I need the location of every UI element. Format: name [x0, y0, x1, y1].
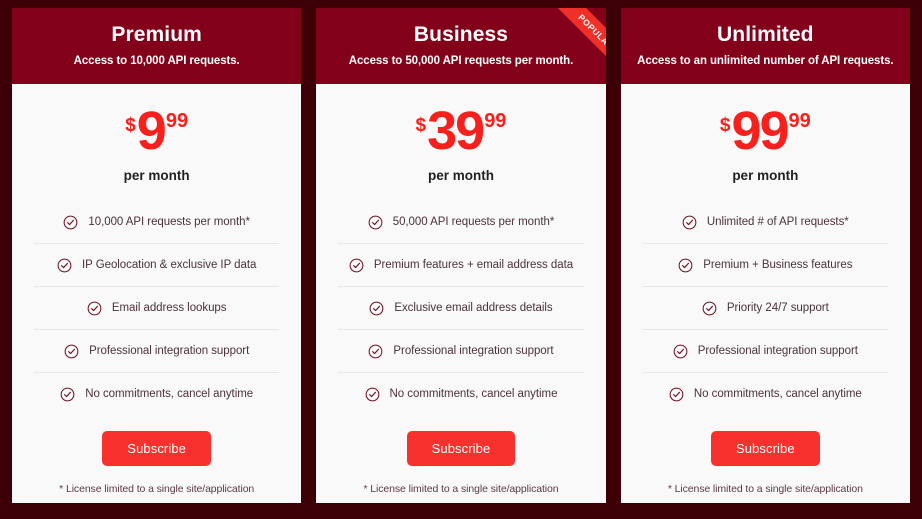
- feature-label: 50,000 API requests per month*: [392, 216, 555, 228]
- price-row: $ 39 99: [316, 104, 605, 158]
- feature-label: Professional integration support: [393, 345, 554, 357]
- list-item: No commitments, cancel anytime: [34, 373, 279, 415]
- plan-name: Unlimited: [717, 23, 814, 46]
- feature-label: IP Geolocation & exclusive IP data: [82, 259, 257, 271]
- list-item: 10,000 API requests per month*: [34, 201, 280, 244]
- feature-list: Unlimited # of API requests* Premium + B…: [642, 201, 888, 415]
- feature-list: 10,000 API requests per month* IP Geoloc…: [34, 201, 280, 415]
- check-circle-icon: [64, 344, 79, 359]
- list-item: Premium features + email address data: [338, 244, 584, 287]
- check-circle-icon: [87, 301, 102, 316]
- list-item: Unlimited # of API requests*: [642, 201, 888, 244]
- check-circle-icon: [368, 215, 383, 230]
- price-amount: 39: [427, 101, 485, 161]
- price-amount: 9: [136, 101, 167, 161]
- subscribe-button[interactable]: Subscribe: [102, 431, 212, 466]
- plan-subtitle: Access to 50,000 API requests per month.: [348, 55, 574, 67]
- list-item: Priority 24/7 support: [642, 287, 888, 330]
- feature-label: Exclusive email address details: [394, 302, 553, 314]
- feature-list: 50,000 API requests per month* Premium f…: [338, 201, 584, 415]
- check-circle-icon: [349, 258, 364, 273]
- subscribe-button[interactable]: Subscribe: [710, 431, 820, 466]
- list-item: 50,000 API requests per month*: [338, 201, 584, 244]
- currency-symbol: $: [415, 115, 427, 136]
- price-row: $ 9 99: [12, 104, 301, 158]
- check-circle-icon: [60, 387, 75, 402]
- price-block: $ 39 99 per month: [316, 84, 605, 183]
- price-cents: 99: [788, 110, 811, 132]
- billing-period: per month: [427, 168, 494, 183]
- list-item: No commitments, cancel anytime: [643, 373, 888, 415]
- list-item: Exclusive email address details: [338, 287, 584, 330]
- subscribe-button[interactable]: Subscribe: [406, 431, 516, 466]
- list-item: No commitments, cancel anytime: [338, 373, 583, 415]
- feature-label: Premium + Business features: [703, 259, 853, 271]
- license-footnote: * License limited to a single site/appli…: [667, 483, 863, 495]
- feature-label: No commitments, cancel anytime: [85, 388, 254, 400]
- list-item: Professional integration support: [34, 330, 280, 373]
- price-cents: 99: [484, 110, 507, 132]
- list-item: Professional integration support: [642, 330, 888, 373]
- billing-period: per month: [732, 168, 799, 183]
- check-circle-icon: [673, 344, 688, 359]
- feature-label: Professional integration support: [697, 345, 858, 357]
- list-item: IP Geolocation & exclusive IP data: [34, 244, 280, 287]
- card-header-business: Business Access to 50,000 API requests p…: [316, 8, 606, 84]
- check-circle-icon: [369, 301, 384, 316]
- list-item: Premium + Business features: [642, 244, 888, 287]
- card-header-unlimited: Unlimited Access to an unlimited number …: [620, 8, 910, 84]
- feature-label: Priority 24/7 support: [726, 302, 829, 314]
- cta-container: Subscribe: [316, 431, 605, 466]
- plan-name: Business: [413, 23, 509, 46]
- price-amount: 99: [731, 101, 789, 161]
- feature-label: No commitments, cancel anytime: [693, 388, 862, 400]
- feature-label: Unlimited # of API requests*: [706, 216, 849, 228]
- feature-label: Email address lookups: [111, 302, 227, 314]
- cta-container: Subscribe: [12, 431, 301, 466]
- pricing-table: Premium Access to 10,000 API requests. $…: [0, 0, 922, 519]
- list-item: Email address lookups: [34, 287, 280, 330]
- check-circle-icon: [702, 301, 717, 316]
- billing-period: per month: [123, 168, 190, 183]
- currency-symbol: $: [719, 115, 731, 136]
- pricing-card-unlimited: Unlimited Access to an unlimited number …: [620, 8, 910, 503]
- card-header-premium: Premium Access to 10,000 API requests.: [12, 8, 302, 84]
- check-circle-icon: [368, 344, 383, 359]
- plan-name: Premium: [111, 23, 202, 46]
- check-circle-icon: [63, 215, 78, 230]
- license-footnote: * License limited to a single site/appli…: [363, 483, 559, 495]
- price-block: $ 99 99 per month: [621, 84, 910, 183]
- cta-container: Subscribe: [621, 431, 910, 466]
- plan-subtitle: Access to 10,000 API requests.: [73, 55, 240, 67]
- check-circle-icon: [682, 215, 697, 230]
- feature-label: No commitments, cancel anytime: [389, 388, 558, 400]
- price-row: $ 99 99: [621, 104, 910, 158]
- pricing-card-premium: Premium Access to 10,000 API requests. $…: [12, 8, 302, 503]
- check-circle-icon: [365, 387, 380, 402]
- pricing-card-business: Business Access to 50,000 API requests p…: [316, 8, 606, 503]
- check-circle-icon: [669, 387, 684, 402]
- feature-label: Professional integration support: [89, 345, 250, 357]
- plan-subtitle: Access to an unlimited number of API req…: [637, 55, 894, 67]
- price-block: $ 9 99 per month: [12, 84, 301, 183]
- check-circle-icon: [678, 258, 693, 273]
- currency-symbol: $: [125, 115, 136, 136]
- feature-label: 10,000 API requests per month*: [88, 216, 250, 228]
- feature-label: Premium features + email address data: [373, 259, 574, 271]
- list-item: Professional integration support: [338, 330, 584, 373]
- price-cents: 99: [165, 110, 189, 132]
- license-footnote: * License limited to a single site/appli…: [59, 483, 255, 495]
- check-circle-icon: [57, 258, 72, 273]
